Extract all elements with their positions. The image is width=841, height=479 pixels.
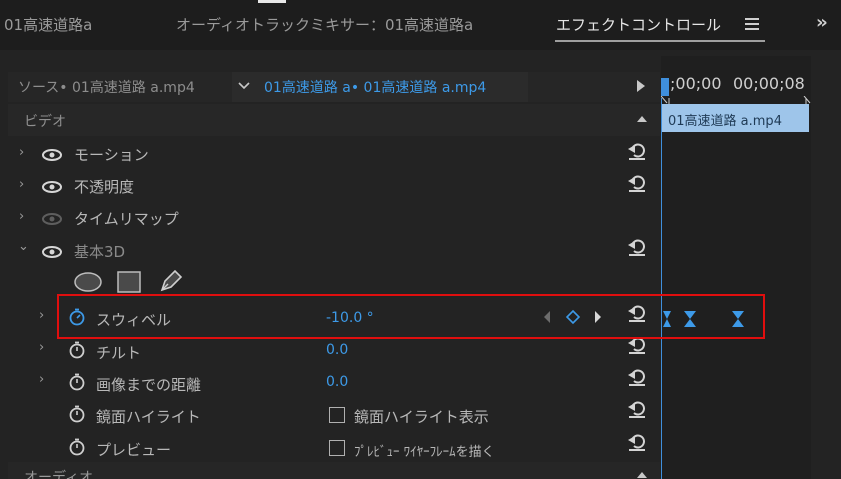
rectangle-mask-icon[interactable] <box>116 270 144 294</box>
specular-highlight-checkbox-label: 鏡面ハイライト表示 <box>354 408 489 426</box>
reset-icon[interactable] <box>627 142 647 160</box>
chevron-down-icon[interactable] <box>236 79 252 93</box>
property-preview-label: プレビュー <box>96 441 172 459</box>
video-section-label: ビデオ <box>24 114 66 130</box>
video-section-header[interactable] <box>8 104 660 136</box>
reset-icon[interactable] <box>627 174 647 192</box>
audio-section-label: オーディオ <box>24 470 94 479</box>
specular-highlight-checkbox[interactable] <box>329 407 345 423</box>
playhead-line <box>661 98 662 479</box>
expand-arrow-icon[interactable]: › <box>39 308 44 323</box>
effect-opacity-label: 不透明度 <box>74 178 135 196</box>
expand-arrow-icon[interactable]: › <box>19 209 24 224</box>
active-tab-underline <box>555 40 765 42</box>
play-triangle-icon[interactable] <box>637 80 645 92</box>
reset-icon[interactable] <box>627 238 647 256</box>
highlight-box <box>57 294 765 339</box>
tab-audio-track-mixer[interactable]: オーディオトラックミキサー：01高速道路a <box>176 14 473 35</box>
stopwatch-icon[interactable] <box>68 341 86 359</box>
preview-wireframe-checkbox[interactable] <box>329 440 345 456</box>
effect-time-remap-label: タイムリマップ <box>74 210 179 228</box>
reset-icon[interactable] <box>627 400 647 418</box>
collapse-up-icon[interactable] <box>637 116 647 122</box>
expand-arrow-icon[interactable]: › <box>39 372 44 387</box>
reset-icon[interactable] <box>627 433 647 451</box>
eye-icon[interactable] <box>41 148 63 162</box>
double-chevron-right-icon[interactable]: ›› <box>816 12 828 33</box>
expand-arrow-icon[interactable]: › <box>39 340 44 355</box>
property-tilt-label: チルト <box>96 344 142 362</box>
property-distance-value[interactable]: 0.0 <box>326 374 348 390</box>
eye-icon[interactable] <box>41 245 63 259</box>
eye-icon <box>42 213 62 225</box>
reset-icon[interactable] <box>627 368 647 386</box>
effect-motion-label: モーション <box>74 146 149 164</box>
timeline-start-time: ;00;00 <box>670 74 722 93</box>
tab-source[interactable]: 01高速道路a <box>4 14 92 35</box>
preview-wireframe-checkbox-label: ﾌﾟﾚﾋﾞｭｰ ﾜｲﾔｰﾌﾚｰﾑを描く <box>354 445 495 460</box>
effect-basic3d-label: 基本3D <box>74 243 126 261</box>
timeline-end-time: 00;00;08 <box>733 74 805 93</box>
hamburger-menu-icon[interactable] <box>745 18 759 30</box>
tab-effect-controls[interactable]: エフェクトコントロール <box>556 14 721 35</box>
source-clip-label[interactable]: ソース• 01高速道路 a.mp4 <box>18 77 195 97</box>
stopwatch-icon[interactable] <box>68 373 86 391</box>
clip-label: 01高速道路 a.mp4 <box>668 114 782 129</box>
stopwatch-icon[interactable] <box>68 438 86 456</box>
property-specular-label: 鏡面ハイライト <box>96 408 201 426</box>
pen-mask-icon[interactable] <box>158 268 184 294</box>
expand-arrow-icon[interactable]: › <box>19 145 24 160</box>
collapse-arrow-icon[interactable]: ⌄ <box>18 239 29 254</box>
expand-arrow-icon[interactable]: › <box>19 177 24 192</box>
tab-indicator <box>258 0 286 3</box>
property-tilt-value[interactable]: 0.0 <box>326 342 348 358</box>
audio-section-header[interactable] <box>8 462 660 479</box>
time-ruler[interactable] <box>661 96 811 104</box>
ellipse-mask-icon[interactable] <box>73 271 103 293</box>
stopwatch-icon[interactable] <box>68 405 86 423</box>
playhead-icon[interactable] <box>661 78 669 96</box>
sequence-clip-link[interactable]: 01高速道路 a• 01高速道路 a.mp4 <box>264 77 486 97</box>
property-distance-label: 画像までの距離 <box>96 376 202 394</box>
collapse-up-icon[interactable] <box>637 472 647 478</box>
eye-icon[interactable] <box>41 180 63 194</box>
